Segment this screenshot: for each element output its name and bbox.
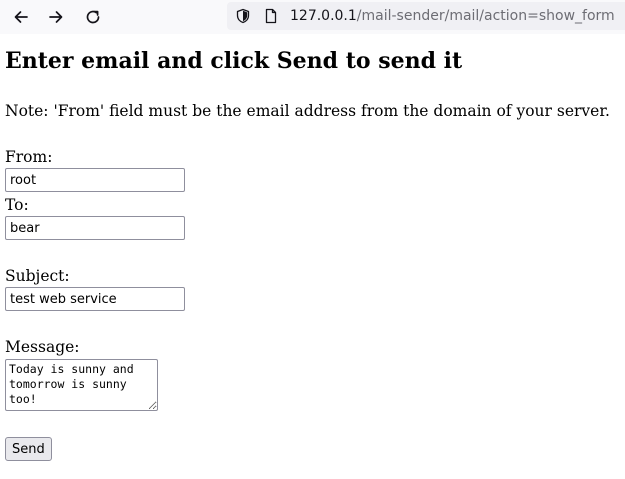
shield-icon[interactable]	[235, 8, 251, 24]
to-label: To:	[5, 196, 29, 214]
forward-button[interactable]	[44, 5, 68, 29]
send-button[interactable]: Send	[5, 437, 52, 461]
url-path: /mail-sender/mail/action=show_form	[356, 8, 615, 24]
page-icon[interactable]	[263, 8, 279, 24]
url-host: 127.0.0.1	[290, 8, 357, 24]
url-text[interactable]: 127.0.0.1/mail-sender/mail/action=show_f…	[290, 6, 615, 26]
back-button[interactable]	[9, 5, 33, 29]
reload-button[interactable]	[81, 5, 105, 29]
arrow-left-icon	[14, 11, 28, 23]
browser-toolbar: 127.0.0.1/mail-sender/mail/action=show_f…	[0, 0, 625, 34]
from-field[interactable]	[5, 168, 185, 192]
page-title: Enter email and click Send to send it	[5, 48, 463, 74]
address-bar[interactable]: 127.0.0.1/mail-sender/mail/action=show_f…	[227, 2, 625, 30]
from-label: From:	[5, 148, 53, 166]
to-field[interactable]	[5, 216, 185, 240]
arrow-right-icon	[49, 11, 63, 23]
note-text: Note: 'From' field must be the email add…	[5, 102, 610, 120]
subject-field[interactable]	[5, 287, 185, 311]
reload-icon	[86, 10, 100, 24]
subject-label: Subject:	[5, 267, 70, 285]
message-textarea[interactable]: Today is sunny and tomorrow is sunny too…	[5, 359, 158, 411]
message-label: Message:	[5, 338, 80, 356]
